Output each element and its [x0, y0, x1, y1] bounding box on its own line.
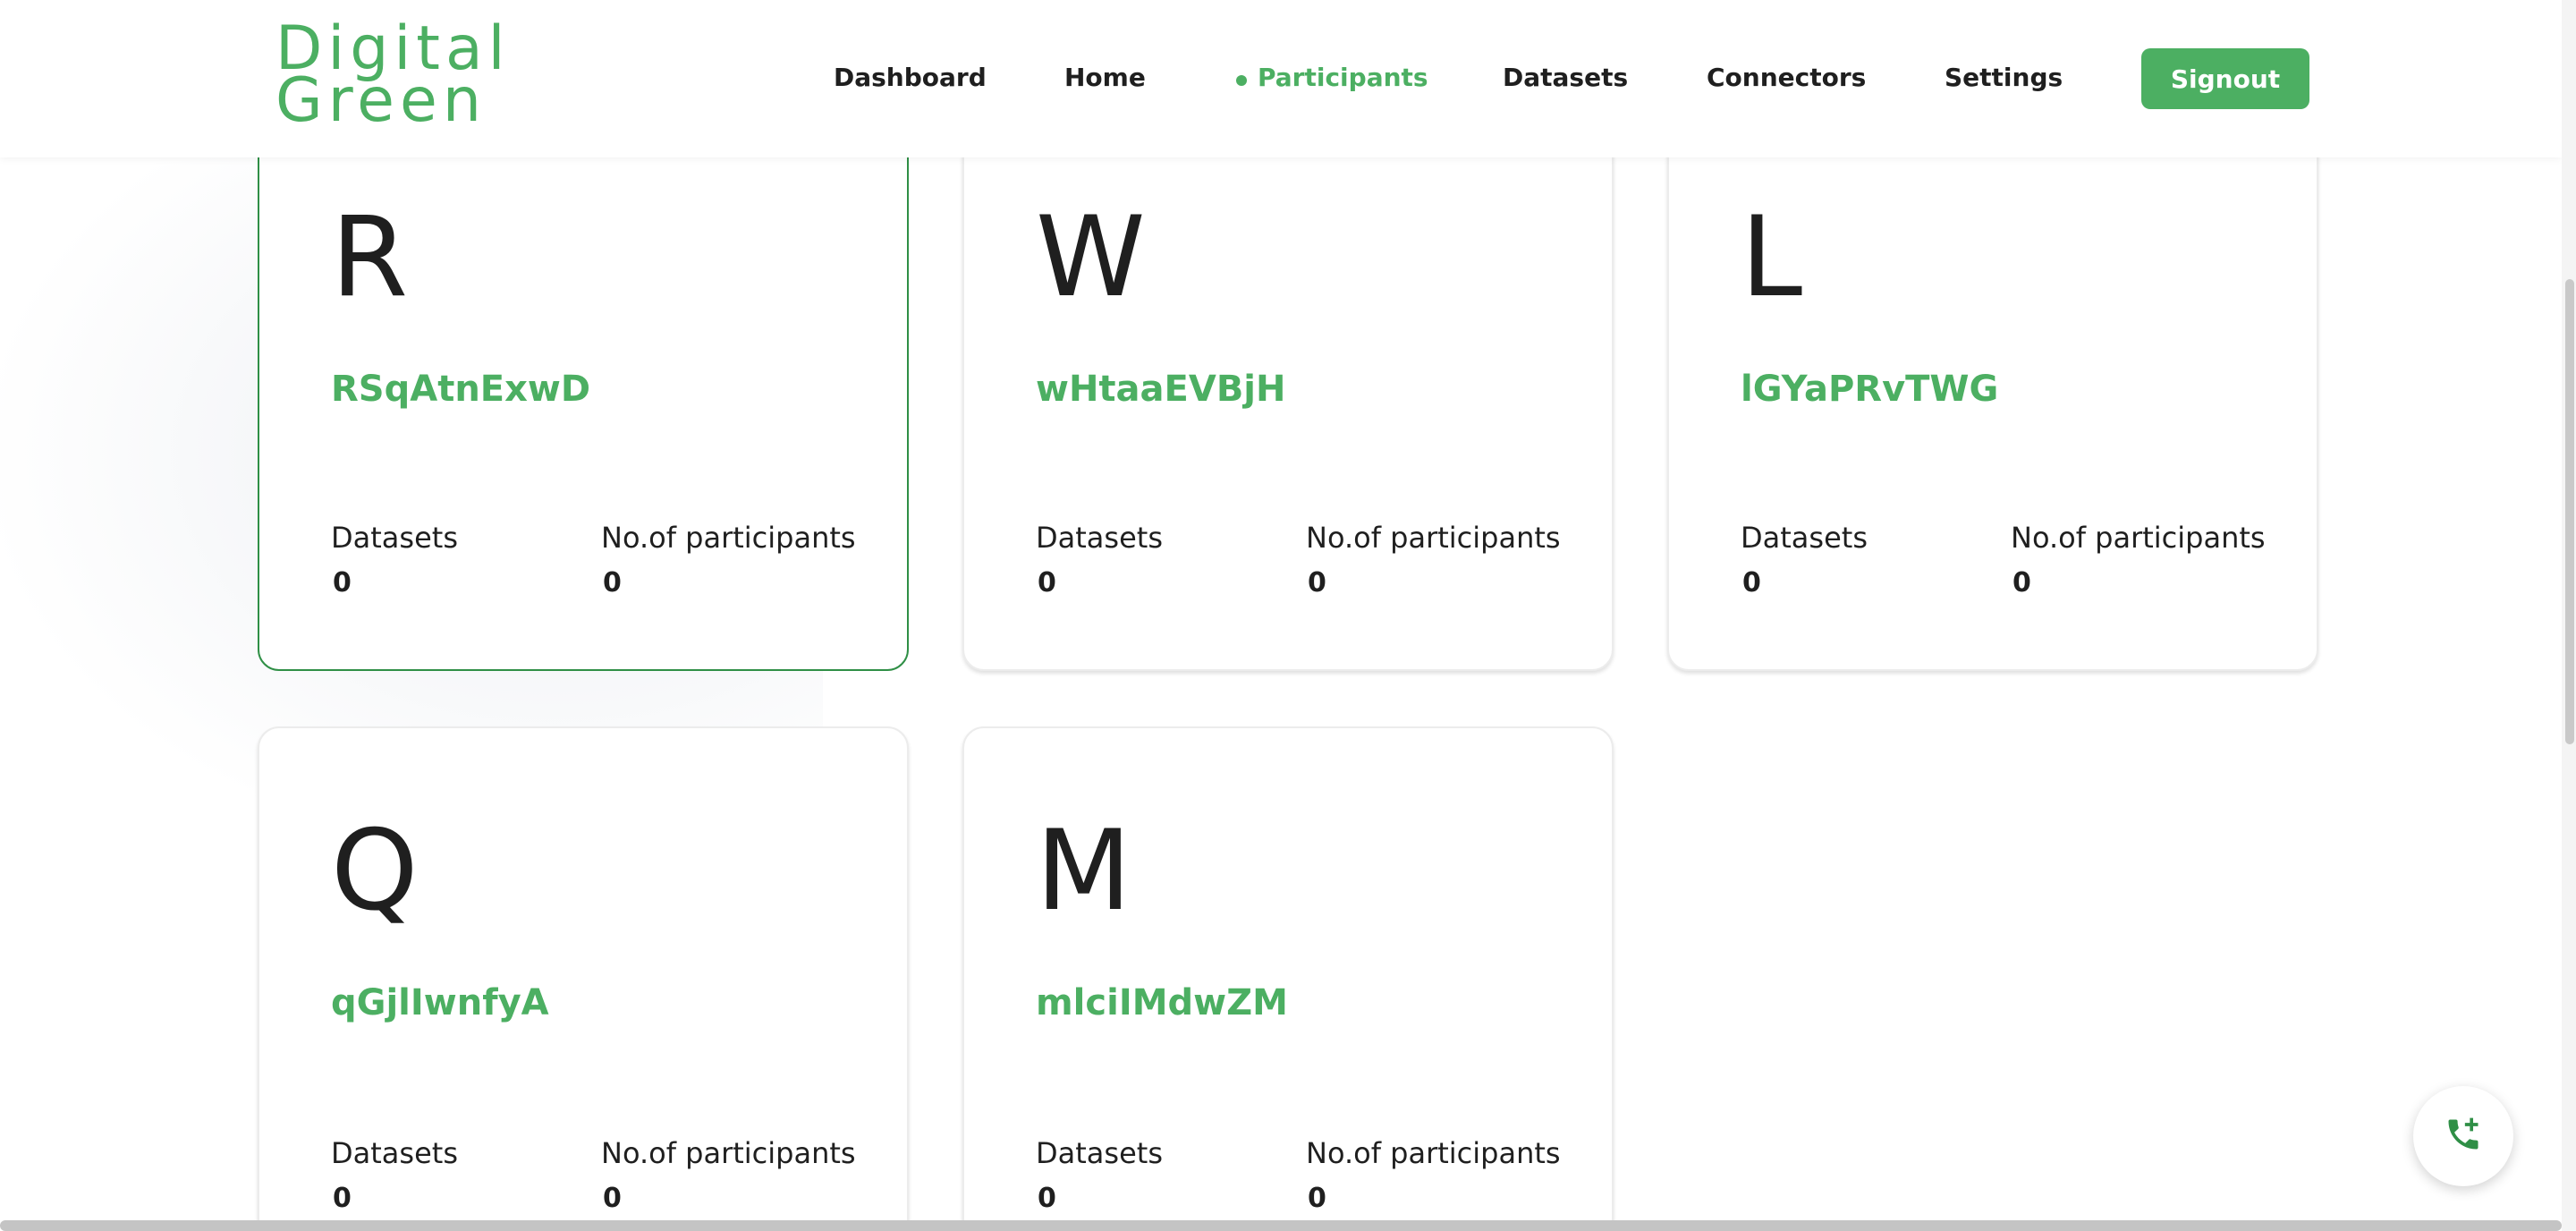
nav-participants[interactable]: Participants [1236, 63, 1428, 92]
card-participants-label: No.of participants [2011, 521, 2266, 555]
card-datasets-count: 0 [1742, 567, 1761, 599]
card-datasets-label: Datasets [331, 1136, 458, 1170]
card-initial: R [331, 193, 409, 322]
card-datasets-label: Datasets [1036, 1136, 1163, 1170]
card-participants-count: 0 [2012, 567, 2031, 599]
nav-settings[interactable]: Settings [1945, 63, 2063, 92]
nav-dashboard[interactable]: Dashboard [834, 63, 987, 92]
nav-home[interactable]: Home [1064, 63, 1146, 92]
card-participant-name: qGjlIwnfyA [331, 982, 549, 1023]
card-initial: M [1036, 807, 1131, 936]
card-participants-label: No.of participants [1306, 521, 1561, 555]
card-datasets-count: 0 [1038, 567, 1056, 599]
active-indicator-dot [1236, 75, 1247, 86]
support-call-button[interactable] [2413, 1086, 2513, 1186]
card-initial: L [1741, 193, 1803, 322]
participant-card[interactable]: M mlciIMdwZM Datasets No.of participants… [962, 726, 1614, 1231]
horizontal-scrollbar[interactable] [0, 1220, 2562, 1231]
card-participant-name: wHtaaEVBjH [1036, 369, 1286, 410]
participant-card[interactable]: R RSqAtnExwD Datasets No.of participants… [258, 107, 909, 671]
card-participants-count: 0 [1308, 567, 1326, 599]
card-datasets-label: Datasets [1036, 521, 1163, 555]
phone-add-icon [2444, 1115, 2483, 1158]
card-datasets-label: Datasets [1741, 521, 1868, 555]
participant-card[interactable]: W wHtaaEVBjH Datasets No.of participants… [962, 107, 1614, 671]
card-datasets-count: 0 [333, 567, 352, 599]
card-participants-label: No.of participants [601, 1136, 856, 1170]
nav-participants-label: Participants [1258, 63, 1428, 92]
top-navbar: Digital Green Dashboard Home Participant… [0, 0, 2562, 157]
card-participant-name: RSqAtnExwD [331, 369, 591, 410]
participant-card[interactable]: Q qGjlIwnfyA Datasets No.of participants… [258, 726, 909, 1231]
card-datasets-label: Datasets [331, 521, 458, 555]
card-participants-count: 0 [1308, 1183, 1326, 1214]
card-participant-name: lGYaPRvTWG [1741, 369, 1999, 410]
digital-green-logo[interactable]: Digital Green [275, 19, 511, 136]
card-participants-count: 0 [603, 1183, 622, 1214]
card-participants-label: No.of participants [601, 521, 856, 555]
card-participants-count: 0 [603, 567, 622, 599]
nav-datasets[interactable]: Datasets [1503, 63, 1628, 92]
nav-connectors[interactable]: Connectors [1707, 63, 1866, 92]
card-participant-name: mlciIMdwZM [1036, 982, 1288, 1023]
logo-line-2: Green [275, 65, 487, 136]
card-initial: Q [331, 807, 419, 936]
card-datasets-count: 0 [1038, 1183, 1056, 1214]
vertical-scrollbar-thumb[interactable] [2565, 279, 2574, 744]
card-datasets-count: 0 [333, 1183, 352, 1214]
card-initial: W [1036, 193, 1146, 322]
participant-card[interactable]: L lGYaPRvTWG Datasets No.of participants… [1667, 107, 2318, 671]
card-participants-label: No.of participants [1306, 1136, 1561, 1170]
signout-button[interactable]: Signout [2141, 48, 2309, 109]
